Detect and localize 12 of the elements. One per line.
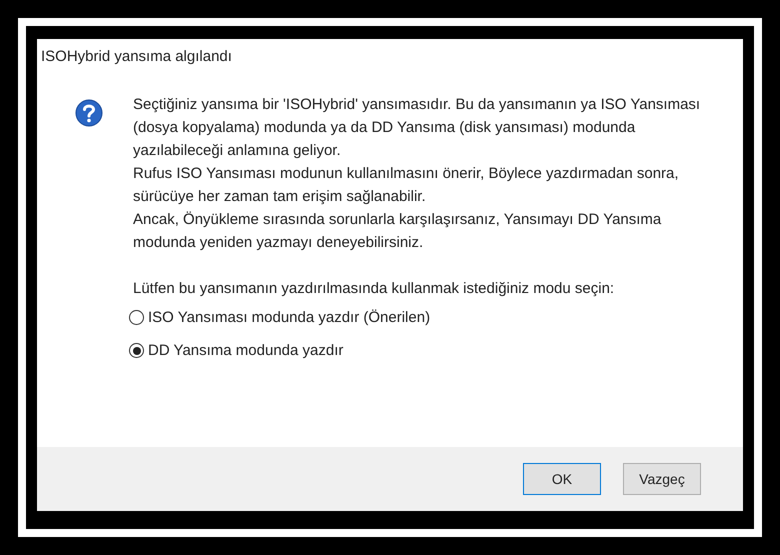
question-icon (75, 99, 103, 127)
message-text: Seçtiğiniz yansıma bir 'ISOHybrid' yansımasıdır. Bu da yansımanın ya ISO Yansıması (dosya kopyalama) modunda ya da DD Yansıma (disk yansıması) modunda yazılabileceği anlamına geliyor. (133, 95, 702, 161)
window-title: ISOHybrid yansıma algılandı (41, 46, 232, 67)
radio-icon[interactable] (129, 343, 144, 358)
radio-option[interactable]: DD Yansıma modunda yazdır (129, 339, 723, 362)
prompt-text: Lütfen bu yansımanın yazdırılmasında kullanmak istediğiniz modu seçin: (133, 279, 616, 299)
cancel-button[interactable]: Vazgeç (623, 463, 701, 495)
radio-icon[interactable] (129, 310, 144, 325)
radio-option[interactable]: ISO Yansıması modunda yazdır (Önerilen) (129, 306, 723, 329)
ok-button[interactable]: OK (523, 463, 601, 495)
message-text: Rufus ISO Yansıması modunun kullanılmasını önerir, Böylece yazdırmadan sonra, sürücüye her zaman tam erişim sağlanabilir. (133, 164, 680, 207)
message-text: Ancak, Önyükleme sırasında sorunlarla karşılaşırsanız, Yansımayı DD Yansıma modunda yeniden yazmayı deneyebilirsiniz. (133, 210, 662, 253)
